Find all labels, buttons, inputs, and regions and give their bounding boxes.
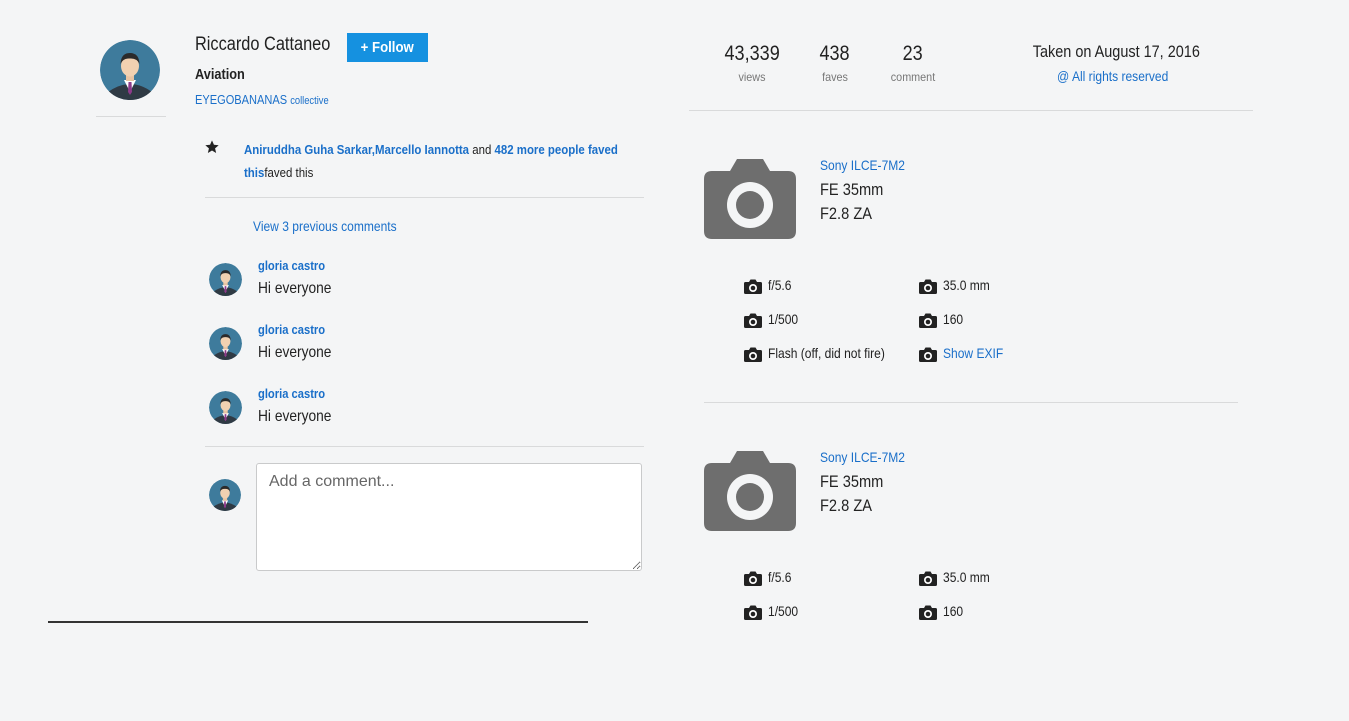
camera-icon	[919, 313, 937, 328]
camera-icon	[744, 605, 762, 620]
camera-icon	[919, 279, 937, 294]
comment-item: gloria castro Hi everyone	[208, 322, 648, 377]
faves-tail: faved this	[264, 165, 314, 180]
stat-views: 43,339 views	[707, 42, 797, 84]
exif-value: 35.0 mm	[943, 569, 990, 585]
taken-on-text: Taken on August 17, 2016	[1032, 42, 1200, 61]
collective-name: EYEGOBANANAS	[195, 92, 288, 107]
divider	[205, 446, 644, 447]
comment-text: Hi everyone	[258, 408, 332, 425]
camera-icon	[919, 605, 937, 620]
faves-summary: Aniruddha Guha Sarkar,Marcello Iannotta …	[244, 138, 650, 184]
camera-icon	[704, 451, 796, 531]
rights-link[interactable]: @ All rights reserved	[1018, 68, 1208, 84]
rights-text: @ All rights reserved	[1057, 68, 1169, 84]
camera-icon	[744, 313, 762, 328]
comments-count: 23	[902, 42, 924, 65]
comment-text: Hi everyone	[258, 344, 332, 361]
commenter-avatar[interactable]	[209, 263, 242, 296]
star-icon	[204, 139, 220, 155]
camera-icon	[744, 571, 762, 586]
comment-item: gloria castro Hi everyone	[208, 386, 648, 441]
view-previous-comments-link[interactable]: View 3 previous comments	[253, 218, 397, 234]
commenter-avatar[interactable]	[209, 327, 242, 360]
comments-label: comment	[890, 70, 936, 84]
follow-button-label: + Follow	[360, 39, 415, 56]
show-exif-label[interactable]: Show EXIF	[943, 345, 1003, 361]
author-name[interactable]: Riccardo Cattaneo	[195, 34, 330, 56]
collective-link[interactable]: EYEGOBANANAS collective	[195, 92, 329, 107]
exif-value: f/5.6	[768, 569, 792, 585]
commenter-avatar[interactable]	[209, 391, 242, 424]
views-count: 43,339	[724, 42, 780, 65]
camera-icon	[744, 347, 762, 362]
group-name[interactable]: Aviation	[195, 66, 245, 83]
exif-value: 1/500	[768, 311, 799, 327]
faves-label: faves	[822, 70, 848, 84]
exif-value: 160	[943, 311, 964, 327]
commenter-name[interactable]: gloria castro	[258, 322, 325, 337]
fave-person-link[interactable]: Aniruddha Guha Sarkar	[244, 142, 372, 157]
author-avatar[interactable]	[100, 40, 160, 100]
stat-faves: 438 faves	[790, 42, 880, 84]
exif-value: f/5.6	[768, 277, 792, 293]
fave-person-link[interactable]: Marcello Iannotta	[375, 142, 469, 157]
camera-icon	[704, 159, 796, 239]
camera-info-block: Sony ILCE-7M2 FE 35mm F2.8 ZA f/5.6 35.0…	[704, 157, 1244, 429]
camera-lens: FE 35mm F2.8 ZA	[820, 472, 884, 515]
collective-suffix: collective	[290, 95, 329, 107]
camera-make-link[interactable]: Sony ILCE-7M2	[820, 449, 905, 465]
exif-value: 160	[943, 603, 964, 619]
camera-lens: FE 35mm F2.8 ZA	[820, 180, 884, 223]
profile-divider	[96, 116, 166, 117]
divider	[205, 197, 644, 198]
current-user-avatar	[209, 479, 241, 511]
divider	[704, 402, 1238, 403]
exif-value: 1/500	[768, 603, 799, 619]
exif-value: Flash (off, did not fire)	[768, 345, 885, 361]
divider	[689, 110, 1253, 111]
camera-make-link[interactable]: Sony ILCE-7M2	[820, 157, 905, 173]
taken-on-date: Taken on August 17, 2016	[1018, 42, 1208, 62]
camera-icon	[919, 347, 937, 362]
camera-icon	[744, 279, 762, 294]
camera-info-block: Sony ILCE-7M2 FE 35mm F2.8 ZA f/5.6 35.0…	[704, 449, 1244, 721]
faves-and: and	[469, 142, 495, 157]
views-label: views	[738, 70, 766, 84]
camera-icon	[919, 571, 937, 586]
faves-count: 438	[819, 42, 851, 65]
commenter-name[interactable]: gloria castro	[258, 258, 325, 273]
exif-value: 35.0 mm	[943, 277, 990, 293]
commenter-name[interactable]: gloria castro	[258, 386, 325, 401]
comment-item: gloria castro Hi everyone	[208, 258, 648, 313]
comment-text: Hi everyone	[258, 280, 332, 297]
comment-input[interactable]	[256, 463, 642, 571]
stat-comments: 23 comment	[868, 42, 958, 84]
follow-button[interactable]: + Follow	[347, 33, 428, 62]
